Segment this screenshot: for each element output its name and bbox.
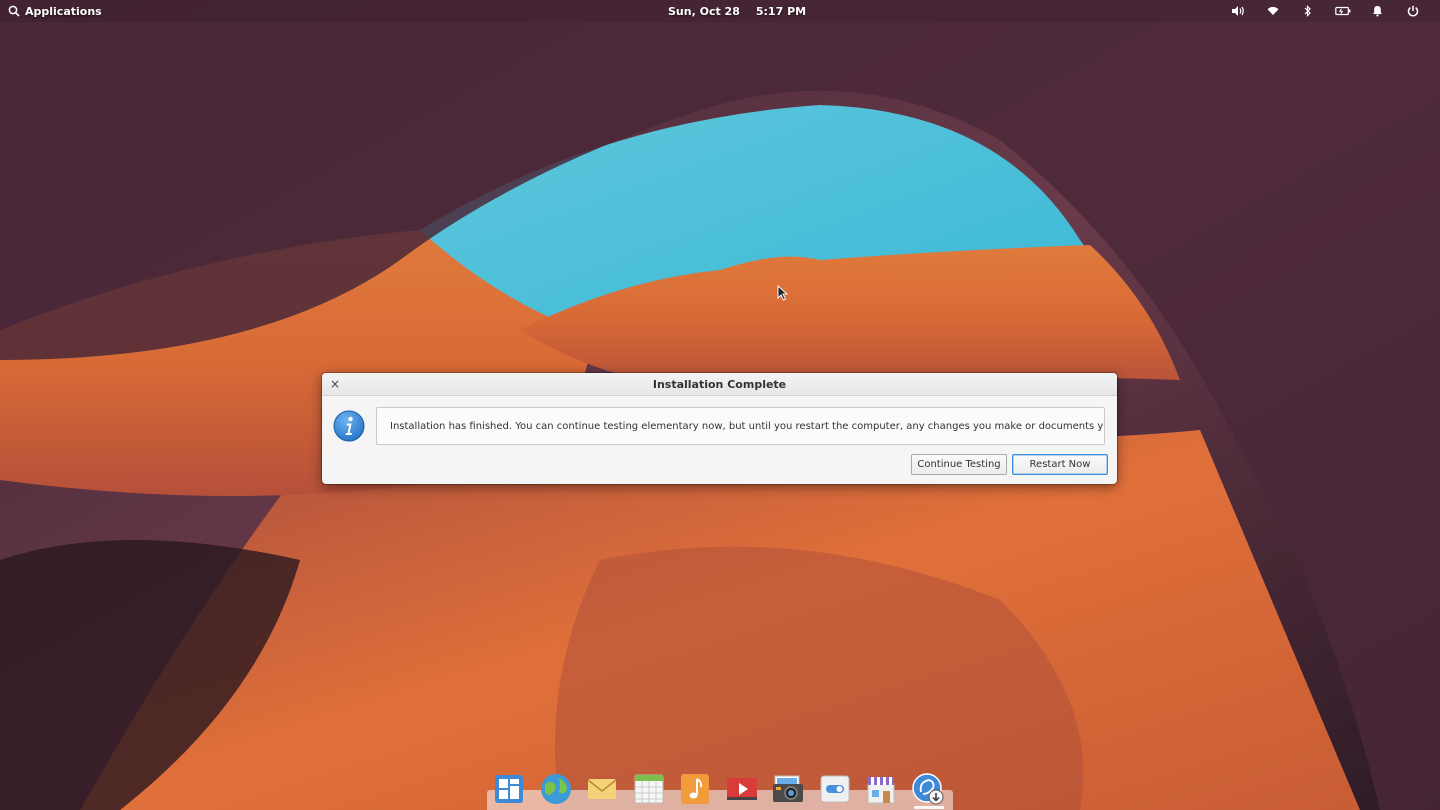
battery-icon[interactable] xyxy=(1325,0,1360,22)
appcenter-icon[interactable] xyxy=(862,770,900,808)
power-icon[interactable] xyxy=(1395,0,1430,22)
search-icon xyxy=(8,5,20,17)
system-indicators xyxy=(1220,0,1430,22)
mail-icon[interactable] xyxy=(583,770,621,808)
dialog-titlebar: Installation Complete × xyxy=(322,373,1117,396)
close-icon[interactable]: × xyxy=(327,376,343,392)
continue-testing-button[interactable]: Continue Testing xyxy=(911,454,1007,475)
restart-now-button[interactable]: Restart Now xyxy=(1012,454,1108,475)
applications-label: Applications xyxy=(25,4,102,18)
mouse-cursor-icon xyxy=(777,284,789,305)
time-label: 5:17 PM xyxy=(755,4,807,18)
system-settings-icon[interactable] xyxy=(816,770,854,808)
photos-icon[interactable] xyxy=(769,770,807,808)
wifi-icon[interactable] xyxy=(1255,0,1290,22)
calendar-icon[interactable] xyxy=(630,770,668,808)
web-browser-icon[interactable] xyxy=(537,770,575,808)
dialog-message: Installation has finished. You can conti… xyxy=(376,407,1105,445)
videos-icon[interactable] xyxy=(723,770,761,808)
bluetooth-icon[interactable] xyxy=(1290,0,1325,22)
info-icon xyxy=(333,410,365,442)
installer-icon[interactable] xyxy=(909,770,947,808)
installation-complete-dialog: Installation Complete × Installation has… xyxy=(322,373,1117,484)
music-icon[interactable] xyxy=(676,770,714,808)
multitasking-view-icon[interactable] xyxy=(490,770,528,808)
datetime-indicator[interactable]: Sun, Oct 28 5:17 PM xyxy=(668,0,806,22)
applications-menu[interactable]: Applications xyxy=(8,0,102,22)
top-panel: Applications Sun, Oct 28 5:17 PM xyxy=(0,0,1440,22)
notifications-icon[interactable] xyxy=(1360,0,1395,22)
dialog-title: Installation Complete xyxy=(652,377,787,391)
dock-items xyxy=(490,770,947,810)
volume-icon[interactable] xyxy=(1220,0,1255,22)
running-app-indicator xyxy=(914,806,944,809)
date-label: Sun, Oct 28 xyxy=(668,4,740,18)
